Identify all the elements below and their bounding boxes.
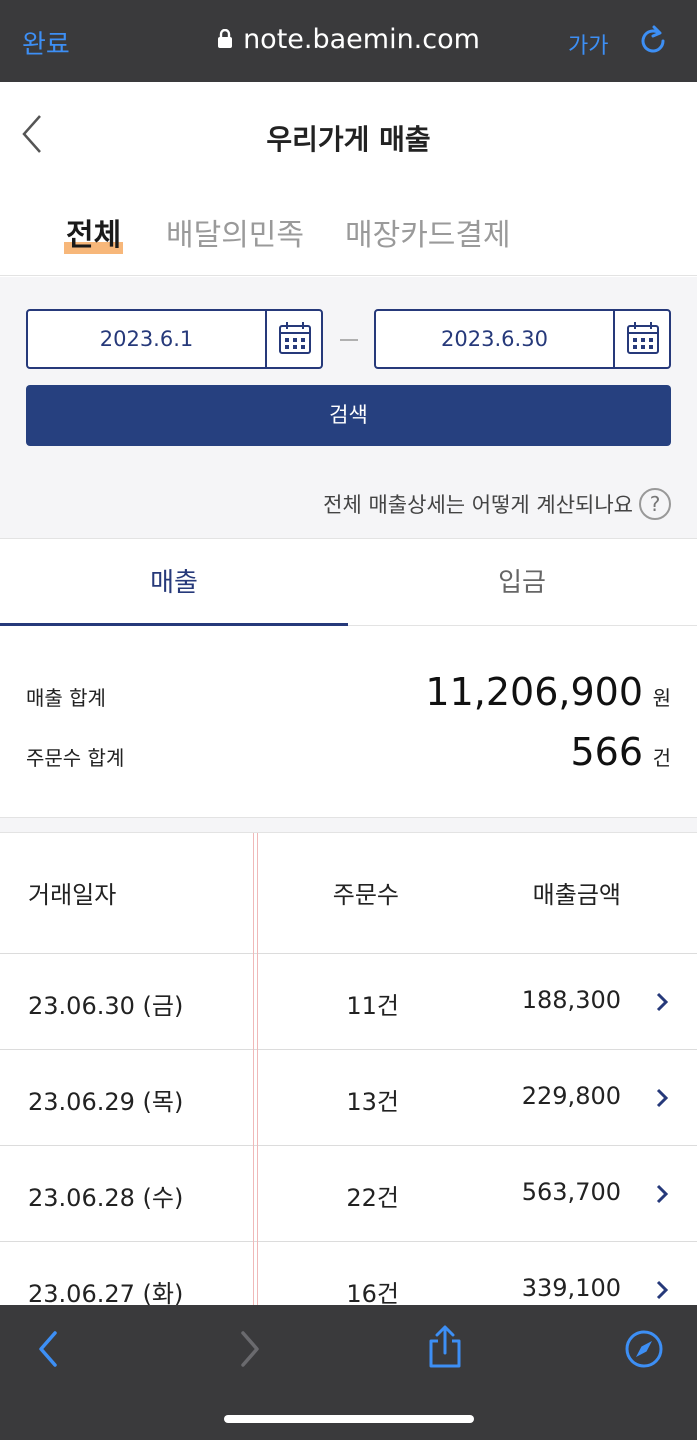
daily-sales-table: 거래일자 주문수 매출금액 23.06.30 (금) 11건 188,300 2… <box>0 833 697 1305</box>
row-orders: 13건 <box>346 1088 399 1116</box>
sales-total-row: 매출 합계 11,206,900 원 <box>26 670 671 720</box>
tab-sales[interactable]: 매출 <box>0 540 348 627</box>
back-icon[interactable] <box>36 1329 60 1373</box>
table-row[interactable]: 23.06.30 (금) 11건 188,300 <box>0 954 697 1050</box>
tab-deposit-label: 입금 <box>498 568 546 598</box>
chevron-right-icon[interactable] <box>655 1087 669 1109</box>
column-divider <box>253 833 258 1305</box>
table-header: 거래일자 주문수 매출금액 <box>0 833 697 954</box>
tab-deposit[interactable]: 입금 <box>348 540 696 626</box>
calculation-help-link[interactable]: 전체 매출상세는 어떻게 계산되나요 ? <box>323 487 671 521</box>
tab-store-card-label: 매장카드결제 <box>345 218 511 253</box>
row-orders: 16건 <box>346 1280 399 1305</box>
browser-bottom-bar <box>0 1305 697 1440</box>
home-indicator <box>224 1415 474 1423</box>
forward-icon[interactable] <box>238 1329 262 1373</box>
start-date-value: 2023.6.1 <box>99 327 194 351</box>
url-text: note.baemin.com <box>243 24 480 55</box>
end-date-field[interactable]: 2023.6.30 <box>374 309 671 369</box>
date-filter: 2023.6.1 2023.6.30 검색 전체 매출상세는 어떻게 계산되나요… <box>0 277 697 539</box>
compass-icon[interactable] <box>624 1329 664 1373</box>
calendar-icon[interactable] <box>265 311 321 367</box>
row-date: 23.06.27 (화) <box>28 1280 184 1305</box>
date-range-dash <box>340 339 358 341</box>
end-date-value: 2023.6.30 <box>441 327 548 351</box>
row-amount: 563,700 <box>521 1178 621 1206</box>
table-row[interactable]: 23.06.28 (수) 22건 563,700 <box>0 1146 697 1242</box>
tab-all-label: 전체 <box>66 218 122 253</box>
totals-summary: 매출 합계 11,206,900 원 주문수 합계 566 건 <box>0 626 697 818</box>
table-row[interactable]: 23.06.29 (목) 13건 229,800 <box>0 1050 697 1146</box>
page-header: 우리가게 매출 <box>0 82 697 192</box>
search-button[interactable]: 검색 <box>26 385 671 446</box>
tab-store-card[interactable]: 매장카드결제 <box>345 210 511 254</box>
header-date: 거래일자 <box>28 881 117 909</box>
row-date: 23.06.28 (수) <box>28 1184 184 1212</box>
start-date-field[interactable]: 2023.6.1 <box>26 309 323 369</box>
tab-all[interactable]: 전체 <box>64 210 124 254</box>
row-date: 23.06.30 (금) <box>28 992 184 1020</box>
orders-total-value: 566 <box>570 730 643 774</box>
browser-top-bar: 완료 note.baemin.com 가가 <box>0 0 697 82</box>
orders-total-row: 주문수 합계 566 건 <box>26 730 671 780</box>
font-size-button[interactable]: 가가 <box>568 28 608 60</box>
sales-total-label: 매출 합계 <box>26 686 106 710</box>
row-orders: 22건 <box>346 1184 399 1212</box>
chevron-right-icon[interactable] <box>655 1183 669 1205</box>
help-text: 전체 매출상세는 어떻게 계산되나요 <box>323 493 633 517</box>
chevron-right-icon[interactable] <box>655 991 669 1013</box>
section-divider <box>0 818 697 833</box>
row-amount: 229,800 <box>521 1082 621 1110</box>
tab-baemin[interactable]: 배달의민족 <box>166 210 304 254</box>
summary-tabs: 매출 입금 <box>0 540 697 627</box>
header-amount: 매출금액 <box>532 881 621 909</box>
chevron-right-icon[interactable] <box>655 1279 669 1301</box>
table-row[interactable]: 23.06.27 (화) 16건 339,100 <box>0 1242 697 1305</box>
header-orders: 주문수 <box>332 881 399 909</box>
sales-total-value: 11,206,900 <box>425 670 643 714</box>
row-date: 23.06.29 (목) <box>28 1088 184 1116</box>
orders-total-label: 주문수 합계 <box>26 746 125 770</box>
sales-total-unit: 원 <box>652 686 671 710</box>
tab-sales-label: 매출 <box>150 568 198 598</box>
orders-total-unit: 건 <box>652 746 671 770</box>
row-orders: 11건 <box>346 992 399 1020</box>
row-amount: 188,300 <box>521 986 621 1014</box>
calendar-icon[interactable] <box>613 311 669 367</box>
category-tabs: 전체 배달의민족 매장카드결제 <box>0 192 697 276</box>
lock-icon <box>217 25 233 48</box>
tab-baemin-label: 배달의민족 <box>166 218 304 253</box>
row-amount: 339,100 <box>521 1274 621 1302</box>
share-icon[interactable] <box>427 1325 463 1373</box>
question-icon: ? <box>639 488 671 520</box>
page-title: 우리가게 매출 <box>266 123 431 156</box>
reload-icon[interactable] <box>636 24 670 58</box>
